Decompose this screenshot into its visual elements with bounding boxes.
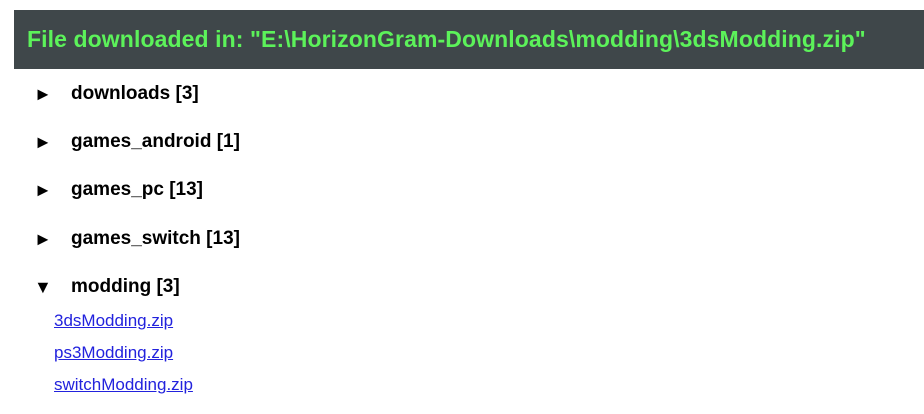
folder-label[interactable]: games_switch [13]	[71, 227, 240, 251]
download-status-text: File downloaded in: "E:\HorizonGram-Down…	[27, 26, 866, 52]
file-link-switch-modding[interactable]: switchModding.zip	[54, 375, 193, 395]
file-link-3ds-modding[interactable]: 3dsModding.zip	[54, 311, 173, 331]
triangle-right-icon[interactable]: ►	[34, 227, 71, 251]
triangle-down-icon[interactable]: ▼	[34, 275, 71, 299]
folder-games-switch[interactable]: ► games_switch [13]	[34, 227, 240, 251]
download-status-banner: File downloaded in: "E:\HorizonGram-Down…	[14, 10, 924, 69]
folder-label[interactable]: games_android [1]	[71, 130, 240, 154]
folder-label[interactable]: games_pc [13]	[71, 178, 203, 202]
folder-games-pc[interactable]: ► games_pc [13]	[34, 178, 203, 202]
folder-label[interactable]: downloads [3]	[71, 82, 199, 106]
triangle-right-icon[interactable]: ►	[34, 178, 71, 202]
folder-modding[interactable]: ▼ modding [3]	[34, 275, 180, 299]
triangle-right-icon[interactable]: ►	[34, 130, 71, 154]
folder-games-android[interactable]: ► games_android [1]	[34, 130, 240, 154]
triangle-right-icon[interactable]: ►	[34, 82, 71, 106]
folder-downloads[interactable]: ► downloads [3]	[34, 82, 199, 106]
file-link-ps3-modding[interactable]: ps3Modding.zip	[54, 343, 173, 363]
folder-label[interactable]: modding [3]	[71, 275, 180, 299]
